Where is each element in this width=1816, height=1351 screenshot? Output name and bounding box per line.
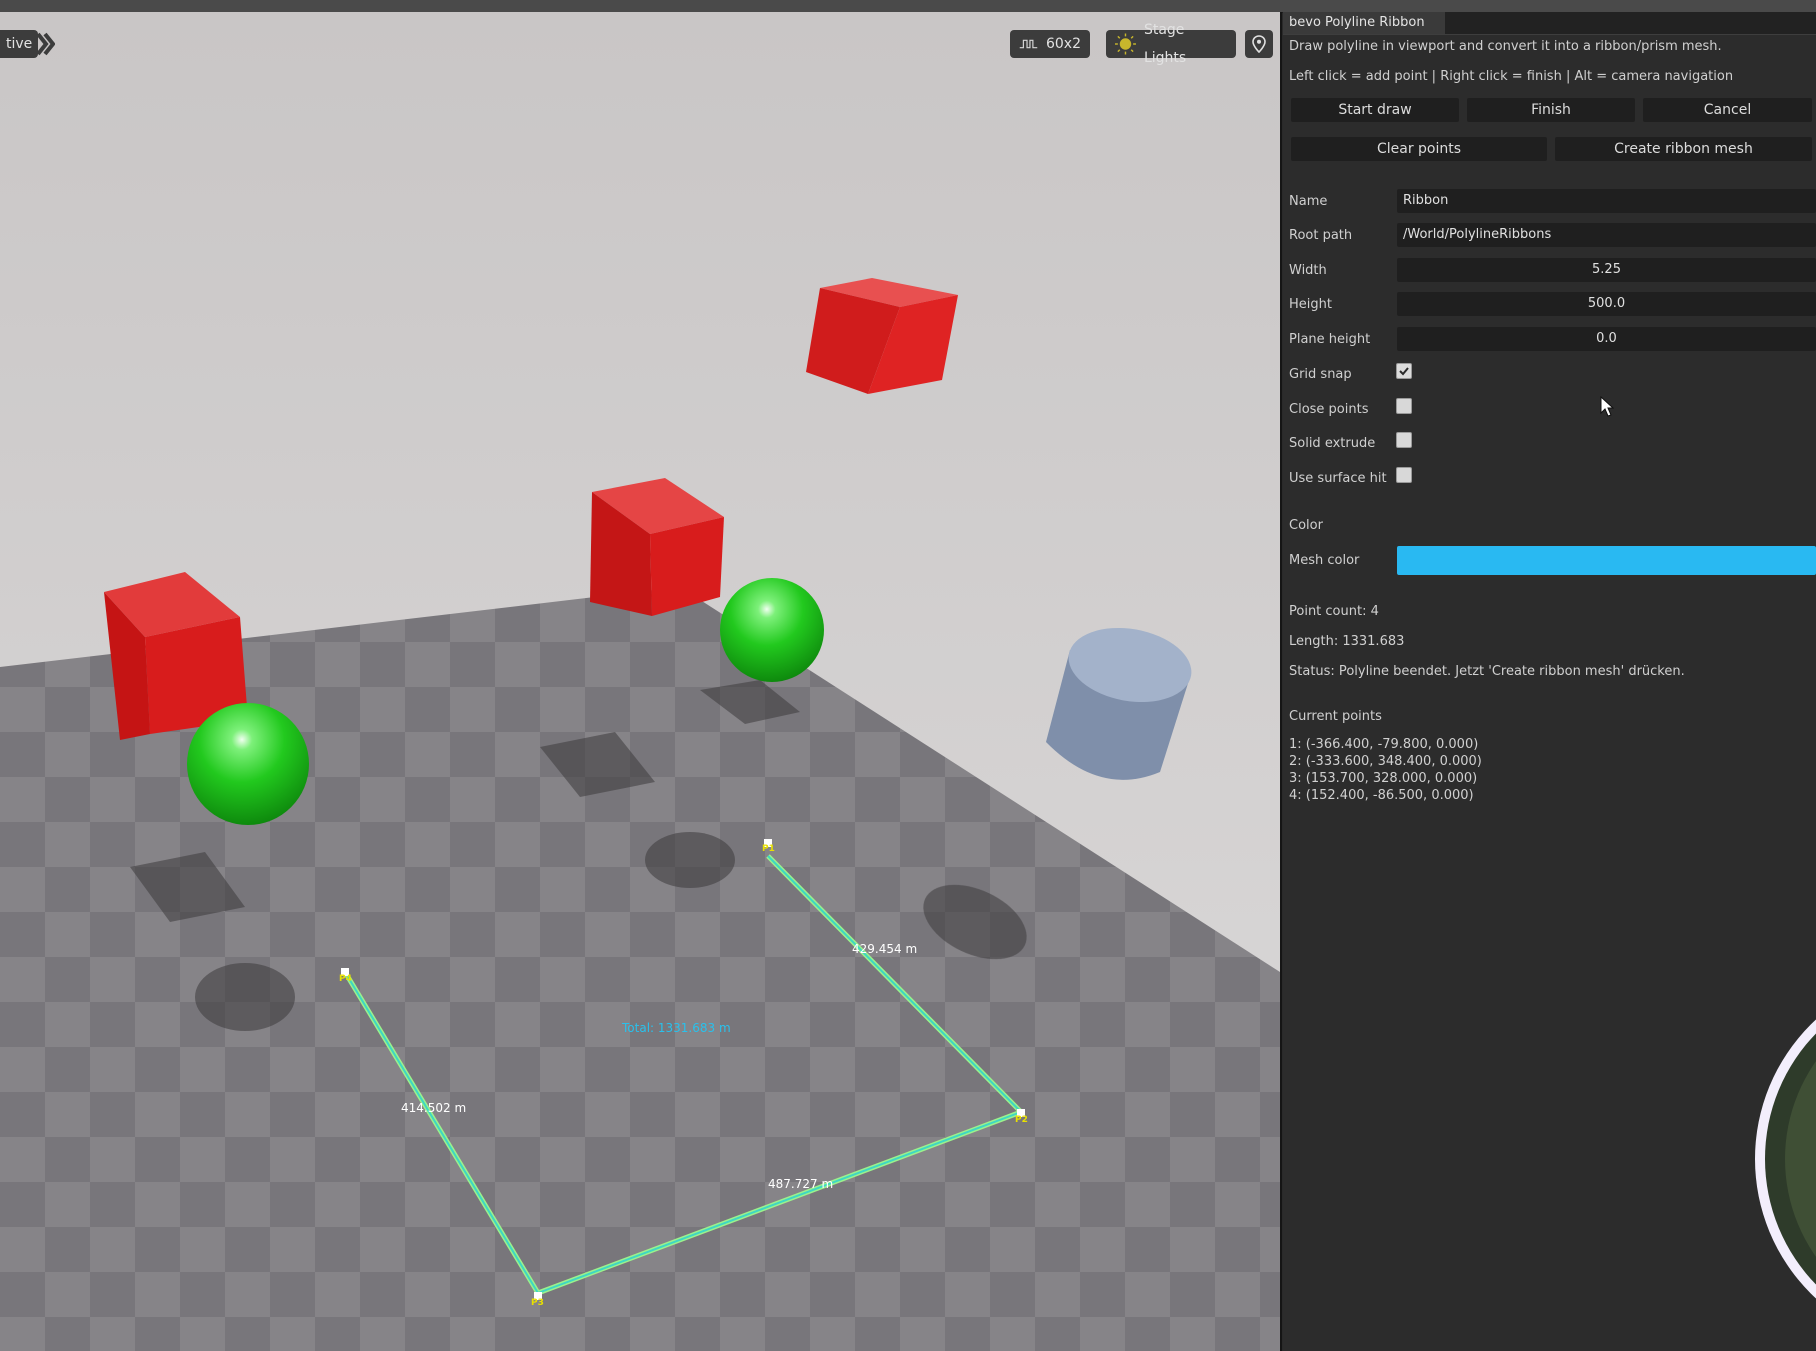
panel-description: Draw polyline in viewport and convert it… — [1289, 39, 1722, 54]
scene-canvas[interactable] — [0, 12, 1280, 1351]
webcam-overlay — [1755, 1019, 1816, 1299]
use-surface-hit-label: Use surface hit — [1289, 471, 1387, 486]
viewport-mode-label: tive — [6, 36, 33, 52]
location-pin-button[interactable] — [1245, 30, 1273, 58]
point-tag: P4 — [339, 974, 352, 984]
grid-snap-label: Grid snap — [1289, 367, 1352, 382]
polyline-ribbon-panel: bevo Polyline Ribbon Draw polyline in vi… — [1283, 12, 1816, 1351]
name-input[interactable] — [1397, 189, 1816, 213]
panel-tab[interactable]: bevo Polyline Ribbon — [1283, 12, 1445, 34]
mesh-color-label: Mesh color — [1289, 553, 1360, 568]
3d-viewport[interactable]: tive 60x2 Stage Lights 429.454 m 487.727… — [0, 12, 1280, 1351]
status-text: Status: Polyline beendet. Jetzt 'Create … — [1289, 664, 1685, 679]
red-cube-floating[interactable] — [806, 278, 958, 394]
finish-button[interactable]: Finish — [1467, 98, 1635, 122]
grid-snap-checkbox[interactable] — [1396, 363, 1412, 379]
chevron-double-right-icon[interactable] — [35, 30, 55, 58]
close-points-checkbox[interactable] — [1396, 398, 1412, 414]
stage-lights-button[interactable]: Stage Lights — [1106, 22, 1236, 66]
root-path-input[interactable] — [1397, 223, 1816, 247]
point-list-item: 2: (-333.600, 348.400, 0.000) — [1289, 754, 1482, 769]
fps-graph-icon — [1019, 39, 1038, 49]
light-bulb-icon — [1115, 33, 1136, 55]
mesh-color-swatch[interactable] — [1397, 546, 1816, 575]
start-draw-button[interactable]: Start draw — [1291, 98, 1459, 122]
length-readout: Length: 1331.683 — [1289, 634, 1405, 649]
solid-extrude-label: Solid extrude — [1289, 436, 1376, 451]
solid-extrude-checkbox[interactable] — [1396, 432, 1412, 448]
green-sphere-left[interactable] — [187, 703, 309, 825]
panel-splitter[interactable] — [1280, 12, 1282, 1351]
checkmark-icon — [1399, 367, 1409, 376]
viewport-mode-badge[interactable]: tive — [0, 30, 39, 58]
plane-height-input[interactable] — [1397, 327, 1816, 351]
location-pin-icon — [1252, 35, 1266, 53]
current-points-title: Current points — [1289, 709, 1382, 724]
cancel-button[interactable]: Cancel — [1643, 98, 1812, 122]
stage-lights-label: Stage Lights — [1143, 22, 1187, 66]
clear-points-button[interactable]: Clear points — [1291, 137, 1547, 161]
point-list-item: 1: (-366.400, -79.800, 0.000) — [1289, 737, 1479, 752]
color-section-label: Color — [1289, 518, 1323, 533]
width-input[interactable] — [1397, 258, 1816, 282]
point-tag: P1 — [762, 844, 775, 854]
panel-hint: Left click = add point | Right click = f… — [1289, 69, 1734, 84]
point-tag: P2 — [1015, 1115, 1028, 1125]
green-sphere-middle[interactable] — [720, 578, 824, 682]
root-path-label: Root path — [1289, 228, 1353, 243]
use-surface-hit-checkbox[interactable] — [1396, 467, 1412, 483]
fps-badge[interactable]: 60x2 — [1010, 30, 1090, 58]
plane-height-label: Plane height — [1289, 332, 1371, 347]
close-points-label: Close points — [1289, 402, 1369, 417]
create-ribbon-mesh-button[interactable]: Create ribbon mesh — [1555, 137, 1812, 161]
height-input[interactable] — [1397, 292, 1816, 316]
segment-length-label: 429.454 m — [852, 942, 918, 956]
height-label: Height — [1289, 297, 1332, 312]
panel-tab-bar: bevo Polyline Ribbon — [1283, 12, 1816, 35]
point-list-item: 3: (153.700, 328.000, 0.000) — [1289, 771, 1478, 786]
segment-length-label: 487.727 m — [768, 1177, 834, 1191]
name-label: Name — [1289, 194, 1328, 209]
point-list-item: 4: (152.400, -86.500, 0.000) — [1289, 788, 1474, 803]
width-label: Width — [1289, 263, 1327, 278]
point-count: Point count: 4 — [1289, 604, 1379, 619]
mouse-cursor-icon — [1600, 396, 1614, 417]
segment-length-label: 414.502 m — [401, 1101, 467, 1115]
point-tag: P3 — [531, 1298, 544, 1308]
total-length-label: Total: 1331.683 m — [622, 1021, 731, 1035]
fps-label: 60x2 — [1045, 36, 1081, 52]
